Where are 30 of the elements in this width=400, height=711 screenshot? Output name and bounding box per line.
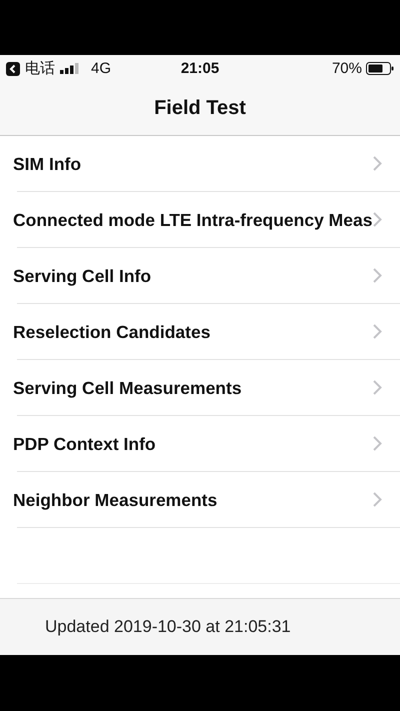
menu-item-label: Connected mode LTE Intra-frequency Meas [13, 210, 372, 230]
chevron-icon [373, 436, 382, 451]
menu-item-label: SIM Info [13, 154, 82, 174]
menu-item-label: Neighbor Measurements [13, 490, 218, 510]
chevron-icon [373, 212, 382, 227]
menu-item[interactable]: SIM Info [0, 136, 400, 192]
battery-percent: 70% [332, 60, 362, 77]
updated-text: Updated 2019-10-30 at 21:05:31 [45, 617, 291, 637]
back-label[interactable]: 电话 [25, 59, 55, 78]
menu-item-label: Serving Cell Measurements [13, 378, 242, 398]
chevron-icon [373, 324, 382, 339]
menu-item[interactable]: PDP Context Info [0, 416, 400, 472]
chevron-icon [373, 492, 382, 507]
clock: 21:05 [180, 60, 220, 77]
menu-item[interactable]: Connected mode LTE Intra-frequency Meas [0, 192, 400, 248]
chevron-icon [373, 268, 382, 283]
network-type: 4G [91, 60, 112, 77]
menu-item[interactable]: Neighbor Measurements [0, 472, 400, 528]
signal-icon [60, 63, 80, 74]
menu-item[interactable]: Serving Cell Measurements [0, 360, 400, 416]
menu-item[interactable]: Serving Cell Info [0, 248, 400, 304]
menu-item-label: Serving Cell Info [13, 266, 152, 286]
chevron-icon [373, 156, 382, 171]
back-icon[interactable] [6, 62, 20, 76]
menu-item-label: Reselection Candidates [13, 322, 210, 342]
battery-icon [366, 62, 394, 75]
chevron-icon [373, 380, 382, 395]
menu-item-label: PDP Context Info [13, 434, 156, 454]
menu-item[interactable]: Reselection Candidates [0, 304, 400, 360]
screen-title: Field Test [154, 97, 246, 120]
